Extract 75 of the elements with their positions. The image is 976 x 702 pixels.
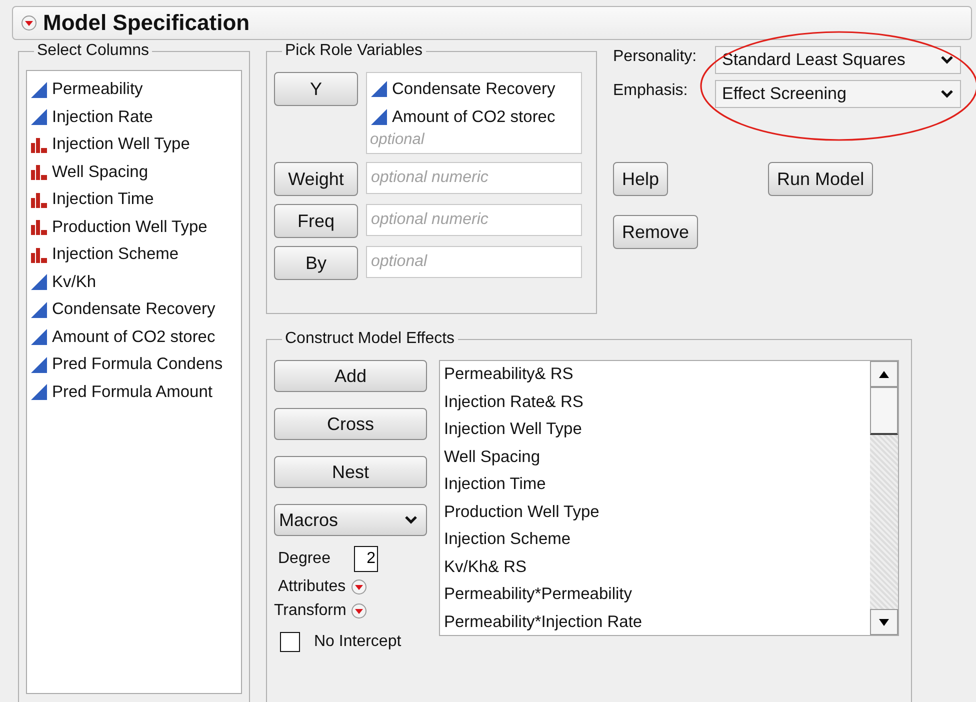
nominal-column-icon <box>30 218 48 236</box>
checkbox[interactable] <box>280 632 300 652</box>
column-item[interactable]: Production Well Type <box>52 218 208 237</box>
group-label: Pick Role Variables <box>284 42 424 60</box>
scroll-up-icon[interactable] <box>879 370 889 378</box>
role-button[interactable]: Freq <box>274 204 358 238</box>
column-item[interactable]: Permeability <box>52 80 143 100</box>
effect-item[interactable]: Injection Time <box>444 471 866 498</box>
column-item[interactable]: Injection Time <box>52 190 154 210</box>
chevron-down-icon <box>940 55 954 65</box>
role-field[interactable]: optional numeric <box>366 204 582 236</box>
continuous-column-icon <box>30 108 48 126</box>
role-list[interactable]: Condensate Recovery Amount of CO2 storec optional <box>366 72 582 154</box>
effect-button[interactable]: Nest <box>274 456 427 488</box>
column-item[interactable]: Injection Well Type <box>52 135 190 154</box>
effect-item[interactable]: Injection Well Type <box>444 416 866 444</box>
macros-dropdown[interactable]: Macros <box>274 504 427 536</box>
effect-button[interactable]: Cross <box>274 408 427 440</box>
column-item[interactable]: Injection Rate <box>52 108 153 127</box>
nominal-column-icon <box>30 190 48 209</box>
role-button[interactable]: Y <box>274 72 358 106</box>
nominal-column-icon <box>30 246 48 264</box>
continuous-column-icon <box>370 108 388 126</box>
degree-field[interactable]: 2 <box>354 546 378 572</box>
effect-item[interactable]: Kv/Kh& RS <box>444 554 866 581</box>
role-variable[interactable]: Amount of CO2 storec <box>392 108 556 126</box>
chevron-down-icon <box>940 89 954 99</box>
continuous-column-icon <box>30 273 48 292</box>
field-label: Emphasis: <box>613 81 689 100</box>
effect-item[interactable]: Injection Scheme <box>444 526 866 554</box>
continuous-column-icon <box>370 80 388 98</box>
column-item[interactable]: Kv/Kh <box>52 272 96 292</box>
group-label: Select Columns <box>36 42 150 60</box>
column-item[interactable]: Condensate Recovery <box>52 300 216 320</box>
checkbox-label: No Intercept <box>314 633 402 651</box>
effect-item[interactable]: Well Spacing <box>444 444 866 471</box>
window-title: Model Specification <box>43 10 250 36</box>
placeholder-text: optional <box>370 131 426 149</box>
role-field[interactable]: optional numeric <box>366 162 582 194</box>
scroll-thumb[interactable] <box>870 387 898 435</box>
column-item[interactable]: Injection Scheme <box>52 245 179 264</box>
nominal-column-icon <box>30 136 48 154</box>
emphasis-dropdown[interactable]: Effect Screening <box>715 80 961 108</box>
continuous-column-icon <box>30 356 48 374</box>
degree-label: Degree <box>278 550 330 568</box>
continuous-column-icon <box>30 383 48 402</box>
continuous-column-icon <box>30 300 48 319</box>
column-item[interactable]: Well Spacing <box>52 162 148 182</box>
column-item[interactable]: Amount of CO2 storec <box>52 328 216 347</box>
transform-label: Transform <box>274 602 346 620</box>
effect-item[interactable]: Injection Rate& RS <box>444 388 866 416</box>
effect-button[interactable]: Add <box>274 360 427 392</box>
role-button[interactable]: By <box>274 246 358 280</box>
effect-item[interactable]: Production Well Type <box>444 498 866 526</box>
scroll-down-icon[interactable] <box>879 618 889 626</box>
column-item[interactable]: Pred Formula Amount <box>52 382 212 402</box>
action-button[interactable]: Help <box>613 162 668 196</box>
nominal-column-icon <box>30 163 48 182</box>
effect-item[interactable]: Permeability& RS <box>444 361 866 388</box>
role-variable[interactable]: Condensate Recovery <box>392 80 556 98</box>
attributes-label: Attributes <box>278 578 346 596</box>
continuous-column-icon <box>30 80 48 99</box>
scrollbar[interactable] <box>870 361 898 635</box>
action-button[interactable]: Remove <box>613 215 698 249</box>
effect-item[interactable]: Permeability*Permeability <box>444 581 866 608</box>
role-button[interactable]: Weight <box>274 162 358 196</box>
column-item[interactable]: Pred Formula Condens <box>52 355 223 374</box>
group-label: Construct Model Effects <box>284 330 456 348</box>
personality-dropdown[interactable]: Standard Least Squares <box>715 46 961 74</box>
action-button[interactable]: Run Model <box>768 162 874 196</box>
continuous-column-icon <box>30 328 48 346</box>
field-label: Personality: <box>613 47 698 66</box>
role-field[interactable]: optional <box>366 246 582 278</box>
chevron-down-icon <box>404 515 418 525</box>
effect-item[interactable]: Permeability*Injection Rate <box>444 608 866 636</box>
